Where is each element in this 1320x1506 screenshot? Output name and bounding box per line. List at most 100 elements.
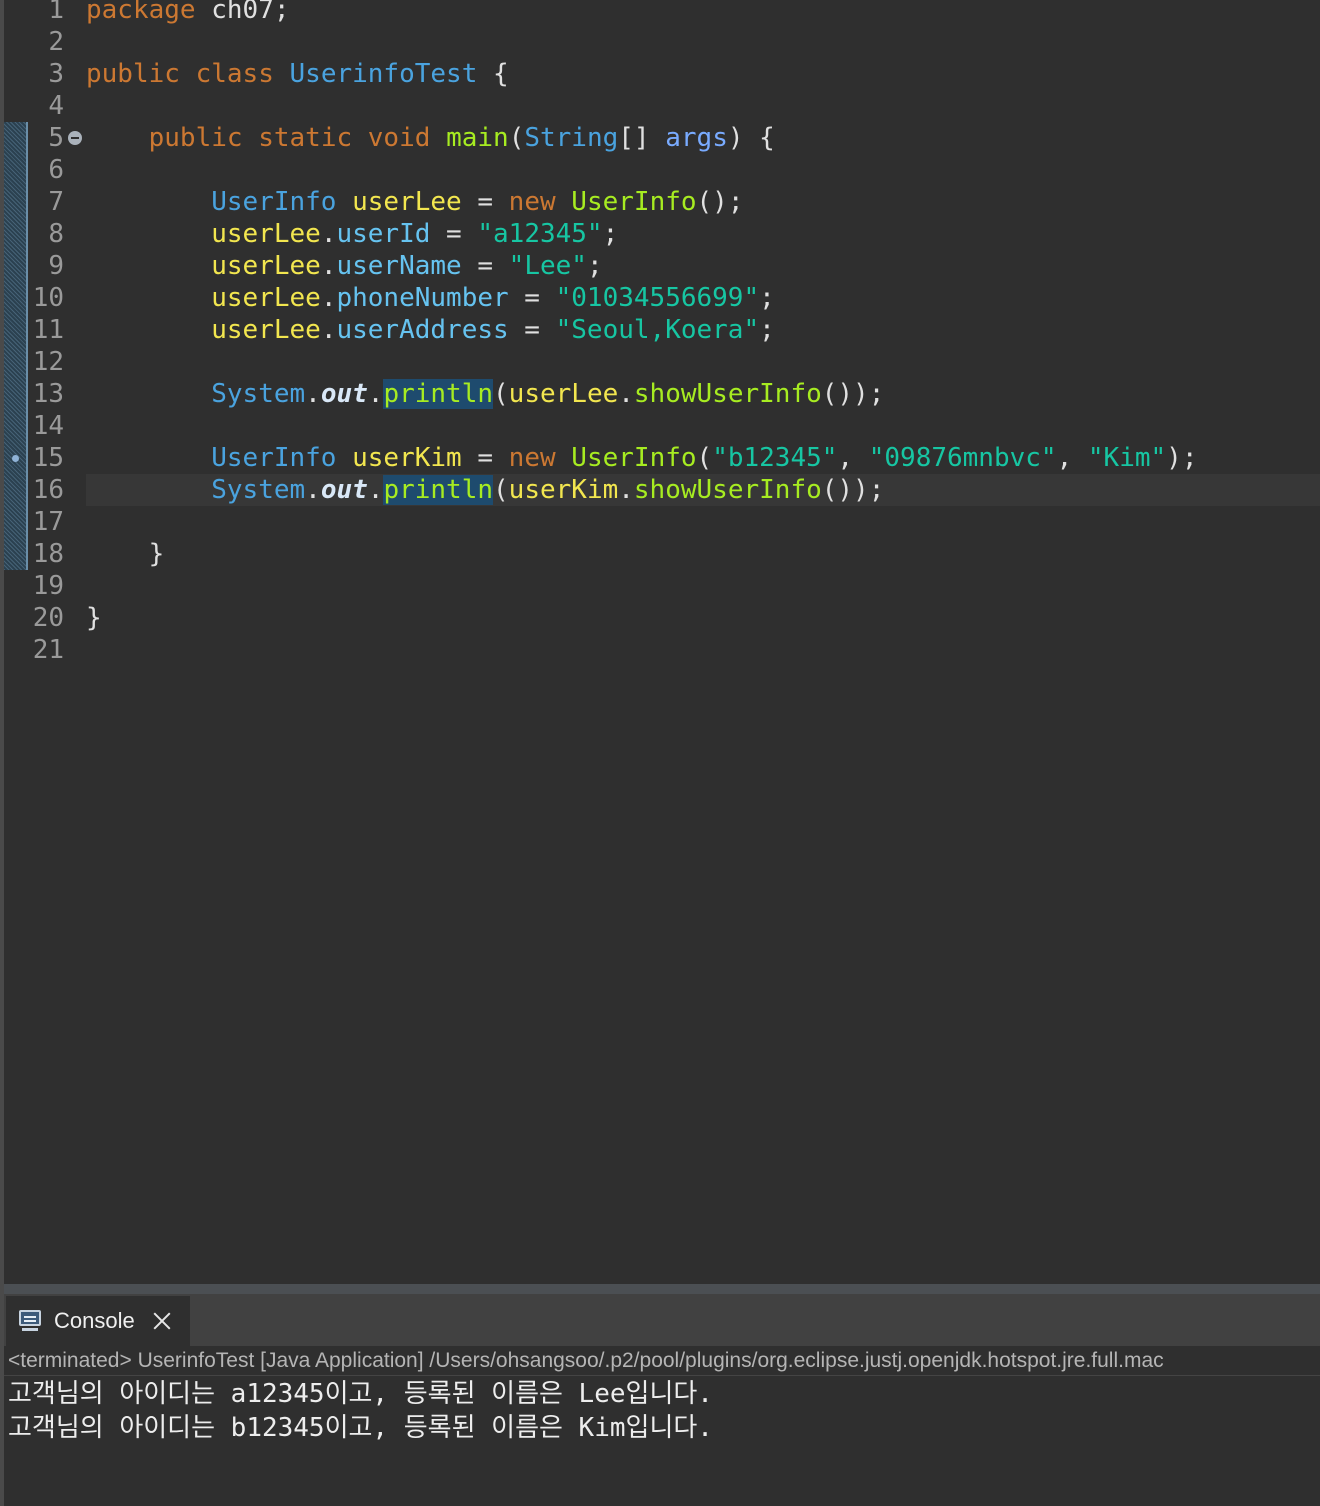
code-line[interactable]: public class UserinfoTest { [86,58,1320,90]
parameter: args [665,123,728,153]
occurrence-highlight: println [383,379,494,409]
code-text: ; [602,219,619,249]
code-line[interactable] [86,506,1320,538]
code-text: , [837,443,869,473]
method-name: main [446,123,509,153]
code-text: (); [696,187,744,217]
code-line[interactable] [86,570,1320,602]
code-text: ( [508,123,525,153]
method-name: showUserInfo [633,379,822,409]
line-number: 10 [32,283,64,313]
code-text: ) { [727,123,775,153]
class-name: System [211,379,306,409]
tab-label: Console [54,1308,135,1333]
variable: userLee [211,315,321,345]
code-line[interactable]: userLee.userId = "a12345"; [86,218,1320,250]
line-number: 17 [32,507,64,537]
string-literal: "Seoul,Koera" [555,315,760,345]
field: userId [336,219,431,249]
fold-collapse-icon[interactable] [68,131,82,145]
keyword: static [258,123,353,153]
line-number-text: 5 [48,123,64,153]
code-text: . [305,379,321,409]
keyword: package [86,0,196,25]
code-text: = [430,219,478,249]
line-number: 6 [48,155,64,185]
code-line[interactable]: public static void main(String[] args) { [86,122,1320,154]
code-text: = [508,315,556,345]
code-text: . [320,283,337,313]
variable: userKim [508,475,619,505]
static-field: out [320,475,368,505]
close-icon[interactable] [153,1312,171,1330]
line-number-5: 5 [4,122,82,154]
code-line[interactable]: UserInfo userLee = new UserInfo(); [86,186,1320,218]
line-number: 7 [48,187,64,217]
variable: userLee [211,283,321,313]
line-number: 4 [48,91,64,121]
code-text: . [320,315,337,345]
closing-brace: } [86,603,102,633]
code-line[interactable] [86,90,1320,122]
line-number: 14 [32,411,64,441]
keyword: class [195,59,274,89]
code-line[interactable] [86,634,1320,666]
string-literal: "09876mnbvc" [868,443,1057,473]
type-name: String [524,123,619,153]
code-text: . [618,379,634,409]
line-number-gutter[interactable]: 1 2 3 4 5 6 7 8 9 10 11 12 13 14 15 16 1… [4,0,82,666]
code-line[interactable]: userLee.userName = "Lee"; [86,250,1320,282]
code-editor[interactable]: 1 2 3 4 5 6 7 8 9 10 11 12 13 14 15 16 1… [4,0,1320,1284]
code-line[interactable]: userLee.userAddress = "Seoul,Koera"; [86,314,1320,346]
code-line[interactable] [86,26,1320,58]
line-number: 20 [32,603,64,633]
constructor-name: UserInfo [571,443,697,473]
keyword: void [367,123,431,153]
code-line[interactable]: } [86,602,1320,634]
code-area[interactable]: package ch07; public class UserinfoTest … [86,0,1320,666]
field: userAddress [336,315,509,345]
string-literal: "Kim" [1087,443,1167,473]
keyword: new [508,443,556,473]
field: phoneNumber [336,283,509,313]
panel-divider[interactable] [4,1284,1320,1294]
current-code-line[interactable]: System.out.println(userKim.showUserInfo(… [86,474,1320,506]
keyword: public [148,123,243,153]
code-text: ); [1166,443,1198,473]
line-number-15: 15 [4,442,68,474]
code-line[interactable]: userLee.phoneNumber = "01034556699"; [86,282,1320,314]
console-output-line: 고객님의 아이디는 a12345이고, 등록된 이름은 Lee입니다. [8,1379,713,1409]
code-text: [] [618,123,666,153]
code-text: ; [759,283,775,313]
constructor-name: UserInfo [571,187,697,217]
code-line[interactable]: } [86,538,1320,570]
string-literal: "Lee" [508,251,587,281]
code-text: = [461,443,509,473]
type-name: UserInfo [211,443,337,473]
code-line[interactable]: package ch07; [86,0,1320,26]
code-line[interactable]: System.out.println(userLee.showUserInfo(… [86,378,1320,410]
console-output[interactable]: 고객님의 아이디는 a12345이고, 등록된 이름은 Lee입니다. 고객님의… [4,1377,1320,1506]
line-number: 19 [32,571,64,601]
tab-console[interactable]: Console [6,1296,190,1346]
code-line[interactable]: UserInfo userKim = new UserInfo("b12345"… [86,442,1320,474]
field: userName [336,251,462,281]
line-number: 1 [48,0,64,25]
line-number: 11 [32,315,64,345]
line-number: 18 [32,539,64,569]
code-text: , [1056,443,1088,473]
code-text: . [367,475,384,505]
breakpoint-marker-icon[interactable] [12,455,19,462]
method-name: showUserInfo [633,475,822,505]
code-line[interactable] [86,154,1320,186]
static-field: out [320,379,368,409]
line-number: 3 [48,59,64,89]
code-line[interactable] [86,346,1320,378]
line-number: 8 [48,219,64,249]
keyword: public [86,59,180,89]
code-line[interactable] [86,410,1320,442]
ide-window: 1 2 3 4 5 6 7 8 9 10 11 12 13 14 15 16 1… [0,0,1320,1506]
console-tab-bar: Console [4,1294,1320,1346]
string-literal: "01034556699" [555,283,760,313]
closing-brace: } [148,539,165,569]
